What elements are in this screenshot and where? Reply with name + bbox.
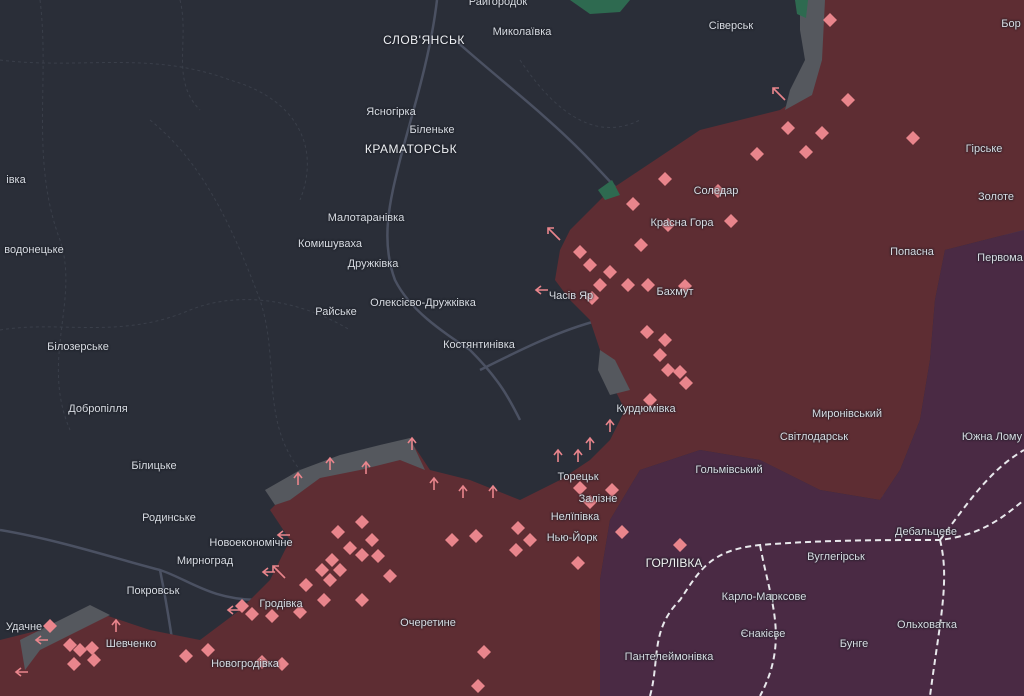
- attack-arrow: [573, 448, 583, 462]
- label-myronivskyi[interactable]: Миронівський: [812, 408, 882, 420]
- label-zalizne[interactable]: Залізне: [579, 493, 618, 505]
- label-olkhovatka[interactable]: Ольховатка: [897, 619, 957, 631]
- label-kurdiumivka[interactable]: Курдюмівка: [616, 403, 675, 415]
- label-kramatorsk[interactable]: КРАМАТОРСЬК: [365, 142, 457, 156]
- label-hrodivka[interactable]: Гродівка: [259, 598, 302, 610]
- label-karlo-marksove[interactable]: Карло-Марксове: [722, 591, 807, 603]
- label-horlivka[interactable]: ГОРЛІВКА: [646, 556, 703, 570]
- label-debaltseve[interactable]: Дебальцеве: [895, 526, 957, 538]
- label-popasna[interactable]: Попасна: [890, 246, 934, 258]
- label-yasnohirka[interactable]: Ясногірка: [366, 106, 415, 118]
- label-vodonetske-edge[interactable]: водонецьке: [4, 244, 63, 256]
- label-mykolaivka[interactable]: Миколаївка: [493, 26, 552, 38]
- label-bilytske[interactable]: Білицьке: [131, 460, 176, 472]
- label-holmivskyi[interactable]: Гольмівський: [695, 464, 762, 476]
- label-siversk[interactable]: Сіверськ: [709, 20, 753, 32]
- label-bilozerske[interactable]: Білозерське: [47, 341, 109, 353]
- label-top-edge: Райгородок: [468, 0, 528, 8]
- map-view[interactable]: Райгородок СЛОВ'ЯНСЬК Миколаївка Сіверсь…: [0, 0, 1024, 696]
- district-boundaries: [0, 0, 641, 471]
- attack-arrow: [605, 418, 615, 432]
- label-rivne-edge[interactable]: івка: [6, 174, 25, 186]
- label-rodynske[interactable]: Родинське: [142, 512, 196, 524]
- label-chasiv-yar[interactable]: Часів Яр: [549, 290, 593, 302]
- label-pervomaisk[interactable]: Первома: [977, 252, 1023, 264]
- label-bunhe[interactable]: Бунге: [840, 638, 868, 650]
- label-novoekonomichne[interactable]: Новоекономічне: [209, 537, 292, 549]
- label-borova-edge[interactable]: Бор: [1001, 18, 1020, 30]
- label-vuhlehirsk[interactable]: Вуглегірськ: [807, 551, 865, 563]
- attack-arrow: [553, 448, 563, 462]
- label-oleksiievo[interactable]: Олексієво-Дружківка: [370, 297, 476, 309]
- label-dobropillia[interactable]: Добропілля: [68, 403, 127, 415]
- attack-arrow: [534, 285, 548, 295]
- label-krasna-hora[interactable]: Красна Гора: [651, 217, 714, 229]
- label-yenakiieve[interactable]: Єнакієве: [741, 628, 786, 640]
- label-bakhmut[interactable]: Бахмут: [656, 286, 693, 298]
- label-hirske[interactable]: Гірське: [966, 143, 1003, 155]
- label-malotaranivka[interactable]: Малотаранівка: [328, 212, 405, 224]
- label-soledar[interactable]: Соледар: [694, 185, 739, 197]
- label-svitlodarsk[interactable]: Світлодарськ: [780, 431, 848, 443]
- label-novohrodivka[interactable]: Новогродівка: [211, 658, 279, 670]
- label-pokrovsk[interactable]: Покровськ: [127, 585, 180, 597]
- attack-arrow: [585, 436, 595, 450]
- label-yuzhna-lomuvatka[interactable]: Южна Лому: [962, 431, 1022, 443]
- label-myrnohrad[interactable]: Мирноград: [177, 555, 233, 567]
- label-druzhkivka[interactable]: Дружківка: [348, 258, 399, 270]
- label-udachne[interactable]: Удачне: [6, 621, 42, 633]
- label-slovyansk[interactable]: СЛОВ'ЯНСЬК: [383, 33, 465, 47]
- label-raiske[interactable]: Райське: [315, 306, 357, 318]
- label-panteleimonivka[interactable]: Пантелеймонівка: [625, 651, 714, 663]
- attack-arrow: [772, 87, 786, 101]
- label-toretsk[interactable]: Торецьк: [557, 471, 598, 483]
- label-komyshuvakha[interactable]: Комишуваха: [298, 238, 362, 250]
- label-ocheretyne[interactable]: Очеретине: [400, 617, 456, 629]
- label-bilenke[interactable]: Біленьке: [409, 124, 454, 136]
- label-niu-york[interactable]: Нью-Йорк: [547, 532, 598, 544]
- label-zolote[interactable]: Золоте: [978, 191, 1014, 203]
- label-kostiantynivka[interactable]: Костянтинівка: [443, 339, 515, 351]
- label-neliepivka[interactable]: Нелїпівка: [551, 511, 600, 523]
- label-shevchenko[interactable]: Шевченко: [106, 638, 157, 650]
- attack-arrow: [547, 227, 561, 241]
